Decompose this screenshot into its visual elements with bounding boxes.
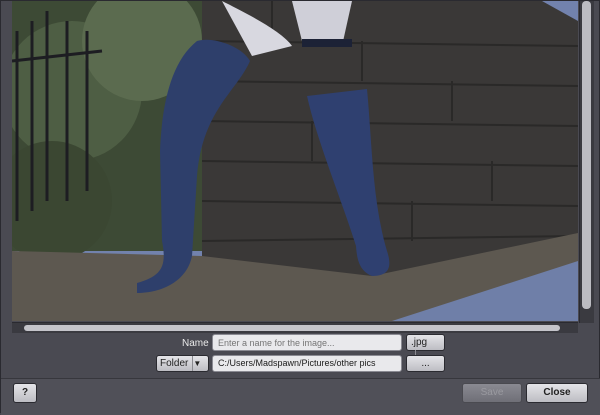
chevron-down-icon: ▼ [192,356,207,371]
name-label: Name : [182,338,215,349]
folder-select-label: Folder [160,358,189,369]
browse-button[interactable]: ... [406,355,445,372]
vertical-scrollbar-thumb[interactable] [582,1,591,309]
name-input[interactable] [212,334,402,351]
folder-select[interactable]: Folder ▼ [156,355,209,372]
horizontal-scrollbar-thumb[interactable] [24,325,560,331]
folder-path-field[interactable]: C:/Users/Madspawn/Pictures/other pics [212,355,402,372]
render-preview [12,1,578,321]
save-form: Name : .jpg▼ Folder▼ C:/Users/Madspawn/P… [1,332,600,377]
help-icon: ? [21,387,29,398]
dialog-footer: ? Save Close [1,378,600,415]
render-image [12,1,578,321]
format-select[interactable]: .jpg▼ [406,334,445,365]
vertical-scrollbar[interactable] [579,1,594,323]
close-button[interactable]: Close [526,383,588,403]
format-select-value: .jpg [411,337,428,348]
save-button[interactable]: Save [462,383,522,403]
help-button[interactable]: ? [13,383,37,403]
save-image-dialog: Name : .jpg▼ Folder▼ C:/Users/Madspawn/P… [0,0,600,415]
